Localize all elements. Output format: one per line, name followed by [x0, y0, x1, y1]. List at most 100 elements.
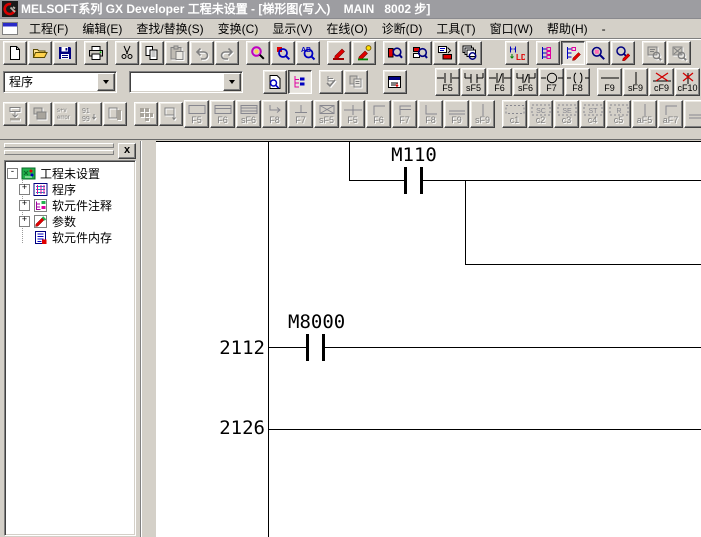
- new-button[interactable]: [3, 41, 27, 65]
- coil-button[interactable]: F7: [539, 68, 564, 96]
- delete-horizontal-line-button[interactable]: cF9: [649, 68, 674, 96]
- menu-find-replace[interactable]: 查找/替换(S): [129, 18, 210, 39]
- monitor-stack-button[interactable]: [458, 41, 482, 65]
- menu-edit[interactable]: 编辑(E): [75, 18, 129, 39]
- sfc-symbol-F6-button[interactable]: F6: [210, 100, 235, 128]
- open-contact-button[interactable]: F5: [435, 68, 460, 96]
- tree-item-device-comment[interactable]: + 软元件注释: [19, 197, 135, 213]
- menu-online[interactable]: 在线(O): [319, 18, 374, 39]
- device-batch-monitor-button[interactable]: [408, 41, 432, 65]
- menu-view[interactable]: 显示(V): [265, 18, 319, 39]
- cut-button[interactable]: [115, 41, 139, 65]
- expand-toggle[interactable]: +: [19, 184, 30, 195]
- upload-program-button[interactable]: [28, 102, 52, 126]
- collapse-toggle[interactable]: -: [7, 168, 18, 179]
- menu-diagnostics[interactable]: 诊断(D): [375, 18, 430, 39]
- write-mode-button[interactable]: [561, 41, 585, 65]
- program-monitor-stop-button[interactable]: [667, 41, 691, 65]
- expand-toggle[interactable]: +: [19, 200, 30, 211]
- ladder-logic-test-button[interactable]: [383, 70, 407, 94]
- panel-splitter[interactable]: [140, 141, 157, 537]
- tree-item-device-memory[interactable]: + 软元件内存: [19, 229, 135, 245]
- sfc-symbol-c1-button[interactable]: c1: [502, 100, 527, 128]
- closed-contact-button[interactable]: F6: [487, 68, 512, 96]
- sfc-symbol-aF7-button[interactable]: aF7: [658, 100, 683, 128]
- monitor-write-mode-button[interactable]: [611, 41, 635, 65]
- tree-item-parameter[interactable]: + 参数: [19, 213, 135, 229]
- sfc-symbol-sF6-button[interactable]: sF6: [236, 100, 261, 128]
- comment-display-button[interactable]: [263, 70, 287, 94]
- parallel-closed-contact-icon: [515, 72, 537, 84]
- copy-button[interactable]: [140, 41, 164, 65]
- open-button[interactable]: [28, 41, 52, 65]
- program-select-combo[interactable]: 程序: [3, 71, 117, 93]
- sfc-symbol-F9-button[interactable]: F9: [444, 100, 469, 128]
- menu-tools[interactable]: 工具(T): [429, 18, 482, 39]
- sfc-symbol-c5-button[interactable]: Rc5: [606, 100, 631, 128]
- vertical-line-button[interactable]: sF9: [623, 68, 648, 96]
- parameter-check-button[interactable]: [319, 70, 343, 94]
- sfc-symbol-F5-button[interactable]: F5: [184, 100, 209, 128]
- save-button[interactable]: [53, 41, 77, 65]
- title-bar[interactable]: MELSOFT系列 GX Developer 工程未设置 - [梯形图(写入) …: [0, 0, 701, 19]
- download-program-button[interactable]: [3, 102, 27, 126]
- tree-item-program[interactable]: + 程序: [19, 181, 135, 197]
- program-monitor-icon: [646, 45, 662, 61]
- project-data-list-toggle-button[interactable]: [288, 70, 312, 94]
- device-find-combo[interactable]: [129, 71, 244, 93]
- sfc-symbol-c4-button[interactable]: STc4: [580, 100, 605, 128]
- program-check-button[interactable]: [344, 70, 368, 94]
- app-logo-icon: [2, 1, 18, 17]
- device-test-button[interactable]: [383, 41, 407, 65]
- sampling-trace-button[interactable]: [134, 102, 158, 126]
- combo-dropdown-button[interactable]: [223, 73, 241, 91]
- sfc-symbol-F7-button[interactable]: F7: [288, 100, 313, 128]
- sfc-symbol-F7b-button[interactable]: F7: [392, 100, 417, 128]
- sfc-symbol-sF5-button[interactable]: sF5: [314, 100, 339, 128]
- menu-convert[interactable]: 变换(C): [211, 18, 266, 39]
- tree-root-item[interactable]: - 工程未设置: [7, 165, 135, 181]
- red-pencil-edit-button[interactable]: [327, 41, 351, 65]
- verify-program-button[interactable]: s+verror: [53, 102, 77, 126]
- parallel-closed-contact-button[interactable]: sF6: [513, 68, 538, 96]
- colored-pencil-edit-button[interactable]: [352, 41, 376, 65]
- find-replace-string-button[interactable]: AB: [296, 41, 320, 65]
- sfc-symbol-F6b-button[interactable]: F6: [366, 100, 391, 128]
- menu-project[interactable]: 工程(F): [22, 18, 75, 39]
- sfc-symbol-c3-button[interactable]: SEc3: [554, 100, 579, 128]
- mdi-child-window-icon[interactable]: [2, 22, 18, 35]
- sfc-symbol-aF5-button[interactable]: aF5: [632, 100, 657, 128]
- close-icon[interactable]: x: [118, 143, 136, 159]
- read-mode-button[interactable]: [536, 41, 560, 65]
- entry-data-monitor-button[interactable]: [159, 102, 183, 126]
- tree-item-label: 软元件内存: [52, 229, 112, 246]
- transfer-setup-button[interactable]: [433, 41, 457, 65]
- application-instruction-button[interactable]: F8: [565, 68, 590, 96]
- expand-toggle[interactable]: +: [19, 216, 30, 227]
- menu-window[interactable]: 窗口(W): [483, 18, 540, 39]
- sort-numbers-icon: 9199: [81, 106, 99, 122]
- sfc-symbol-F8b-button[interactable]: F8: [418, 100, 443, 128]
- monitor-mode-button[interactable]: [586, 41, 610, 65]
- find-replace-device-button[interactable]: [271, 41, 295, 65]
- sfc-symbol-F5b-button[interactable]: F5: [340, 100, 365, 128]
- ladder-list-toggle-button[interactable]: LD: [505, 41, 529, 65]
- menu-help[interactable]: 帮助(H): [540, 18, 595, 39]
- sfc-symbol-c2-button[interactable]: SCc2: [528, 100, 553, 128]
- paste-button[interactable]: [165, 41, 189, 65]
- program-monitor-button[interactable]: [642, 41, 666, 65]
- sfc-symbol-clipped-button[interactable]: [684, 100, 701, 128]
- sfc-symbol-sF9-button[interactable]: sF9: [470, 100, 495, 128]
- undo-button[interactable]: [190, 41, 214, 65]
- parallel-open-contact-button[interactable]: sF5: [461, 68, 486, 96]
- ladder-editor[interactable]: M110 M8000 2112 2126: [156, 141, 701, 537]
- redo-button[interactable]: [215, 41, 239, 65]
- delete-vertical-line-button[interactable]: cF10: [675, 68, 700, 96]
- combo-dropdown-button[interactable]: [97, 73, 115, 91]
- change-order-button[interactable]: 9199: [78, 102, 102, 126]
- find-button[interactable]: [246, 41, 270, 65]
- horizontal-line-button[interactable]: F9: [597, 68, 622, 96]
- sfc-symbol-F8-button[interactable]: F8: [262, 100, 287, 128]
- print-button[interactable]: [84, 41, 108, 65]
- monitor-window-button[interactable]: [103, 102, 127, 126]
